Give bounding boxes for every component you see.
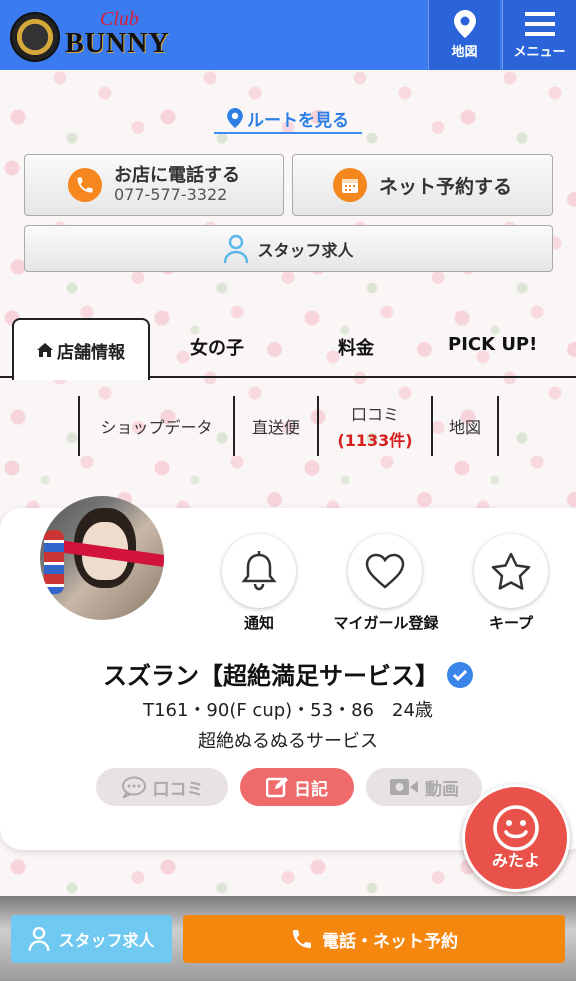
calendar-icon <box>332 168 367 202</box>
subnav-shop-data-label: ショップデータ <box>100 418 213 437</box>
header-menu-label: メニュー <box>513 45 566 60</box>
heart-icon <box>365 553 405 589</box>
bell-icon <box>241 551 277 591</box>
tab-shop-info[interactable]: 店舗情報 <box>12 318 150 380</box>
subnav-direct-label: 直送便 <box>251 418 300 437</box>
header-map-button[interactable]: 地図 <box>428 0 500 70</box>
logo-text: BUNNY <box>65 28 170 59</box>
main-tabs: 店舗情報 女の子 料金 PICK UP! <box>0 316 576 380</box>
tab-girls[interactable]: 女の子 <box>190 334 244 360</box>
header-map-label: 地図 <box>451 45 478 60</box>
route-link-label: ルートを見る <box>247 110 349 131</box>
notify-button[interactable] <box>222 534 296 608</box>
map-pin-icon <box>454 10 476 38</box>
smiley-icon <box>493 805 539 851</box>
girl-stats: T161・90(F cup)・53・86 24歳 <box>143 700 433 721</box>
tab-shop-info-label: 店舗情報 <box>57 342 125 363</box>
call-shop-label: お店に電話する <box>114 165 240 186</box>
staff-recruit-label: スタッフ求人 <box>257 240 354 260</box>
phone-icon <box>68 168 102 202</box>
keep-button[interactable] <box>474 534 548 608</box>
bottom-staff-recruit-button[interactable]: スタッフ求人 <box>11 915 172 963</box>
staff-recruit-button[interactable]: スタッフ求人 <box>24 225 553 272</box>
review-pill-label: 口コミ <box>152 779 204 800</box>
person-icon <box>224 234 249 263</box>
header: Club BUNNY 地図 メニュー <box>0 0 576 70</box>
my-girl-button[interactable] <box>348 534 422 608</box>
review-pill-button[interactable]: 口コミ <box>96 768 228 806</box>
person-icon <box>28 926 50 951</box>
diary-pill-button[interactable]: 日記 <box>240 768 354 806</box>
subnav-map[interactable]: 地図 <box>433 396 499 456</box>
bottom-call-reserve-label: 電話・ネット予約 <box>322 931 458 952</box>
bottom-staff-recruit-label: スタッフ求人 <box>58 931 155 950</box>
avatar[interactable] <box>40 496 164 620</box>
video-pill-label: 動画 <box>425 779 459 800</box>
video-camera-icon <box>390 779 418 795</box>
call-shop-button[interactable]: お店に電話する 077-577-3322 <box>24 154 284 216</box>
tab-price[interactable]: 料金 <box>338 334 374 360</box>
tab-pickup[interactable]: PICK UP! <box>448 334 537 355</box>
diary-pill-label: 日記 <box>294 779 328 800</box>
subnav-direct[interactable]: 直送便 <box>235 396 319 456</box>
girl-name-row: スズラン【超絶満足サービス】 <box>0 656 576 691</box>
notify-label: 通知 <box>243 614 274 632</box>
subnav-shop-data[interactable]: ショップデータ <box>80 396 235 456</box>
review-count: (1133件) <box>337 431 413 450</box>
verified-check-icon <box>447 662 473 688</box>
phone-icon <box>293 930 311 948</box>
net-reserve-label: ネット予約する <box>378 175 512 198</box>
girl-name: スズラン【超絶満足サービス】 <box>103 662 439 690</box>
speech-bubble-icon <box>121 776 146 798</box>
location-pin-icon <box>227 108 243 128</box>
shop-phone-number: 077-577-3322 <box>114 185 228 204</box>
mitayo-label: みたよ <box>491 851 540 870</box>
sub-navigation: ショップデータ 直送便 口コミ (1133件) 地図 <box>78 396 499 456</box>
hamburger-icon <box>525 12 555 36</box>
subnav-review-label: 口コミ <box>350 405 399 424</box>
net-reserve-button[interactable]: ネット予約する <box>292 154 553 216</box>
edit-icon <box>266 777 288 798</box>
route-link[interactable]: ルートを見る <box>214 104 362 134</box>
mitayo-button[interactable]: みたよ <box>462 784 570 892</box>
keep-label: キープ <box>488 614 534 632</box>
header-menu-button[interactable]: メニュー <box>502 0 576 70</box>
logo[interactable]: Club BUNNY <box>10 8 169 62</box>
subnav-review[interactable]: 口コミ (1133件) <box>319 396 433 456</box>
star-icon <box>491 552 531 590</box>
avatar-chips <box>44 530 64 594</box>
girl-catchphrase: 超絶ぬるぬるサービス <box>198 731 378 752</box>
my-girl-label: マイガール登録 <box>333 614 439 632</box>
home-icon <box>37 343 53 357</box>
subnav-map-label: 地図 <box>448 418 481 437</box>
bottom-call-reserve-button[interactable]: 電話・ネット予約 <box>183 915 565 963</box>
logo-badge-icon <box>10 12 60 62</box>
video-pill-button[interactable]: 動画 <box>366 768 482 806</box>
